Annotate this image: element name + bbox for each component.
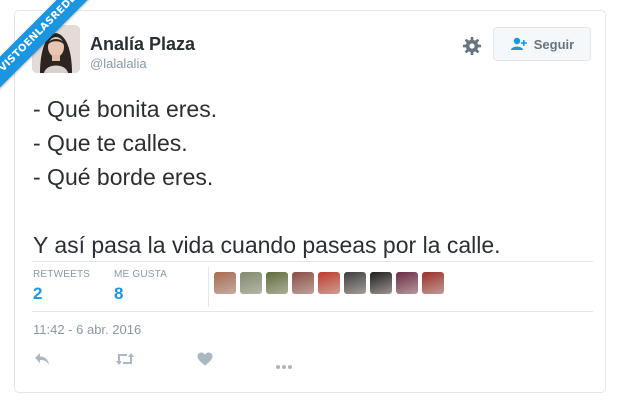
retweets-count[interactable]: 2 [33, 284, 42, 304]
liker-avatar[interactable] [396, 272, 418, 294]
liker-avatar[interactable] [240, 272, 262, 294]
follow-button[interactable]: Seguir [493, 27, 591, 61]
retweets-label: RETWEETS [33, 269, 91, 280]
divider [32, 261, 593, 262]
liker-avatar[interactable] [292, 272, 314, 294]
liker-avatar[interactable] [266, 272, 288, 294]
heart-icon[interactable] [197, 352, 213, 371]
likes-label: ME GUSTA [114, 269, 168, 280]
liker-avatar[interactable] [370, 272, 392, 294]
tweet-line: - Qué borde eres. [33, 164, 214, 190]
author-name[interactable]: Analía Plaza [90, 34, 195, 55]
tweet-line: - Que te calles. [33, 130, 188, 156]
gear-icon[interactable] [462, 36, 482, 56]
retweet-icon[interactable] [115, 352, 135, 371]
tweet-line [33, 194, 573, 228]
divider [208, 267, 209, 307]
reply-icon[interactable] [34, 352, 50, 371]
likes-count[interactable]: 8 [114, 284, 123, 304]
tweet-line: - Qué bonita eres. [33, 96, 218, 122]
liker-avatar[interactable] [214, 272, 236, 294]
tweet-text: - Qué bonita eres. - Que te calles. - Qu… [33, 92, 573, 262]
follow-label: Seguir [533, 36, 575, 52]
divider [32, 311, 593, 312]
more-icon[interactable] [275, 357, 293, 375]
author-handle[interactable]: @lalalalia [90, 56, 147, 71]
likers-avatars [214, 272, 444, 294]
liker-avatar[interactable] [422, 272, 444, 294]
liker-avatar[interactable] [318, 272, 340, 294]
tweet-line: Y así pasa la vida cuando paseas por la … [33, 232, 501, 258]
timestamp[interactable]: 11:42 - 6 abr. 2016 [33, 322, 141, 337]
liker-avatar[interactable] [344, 272, 366, 294]
add-user-icon [510, 37, 527, 50]
